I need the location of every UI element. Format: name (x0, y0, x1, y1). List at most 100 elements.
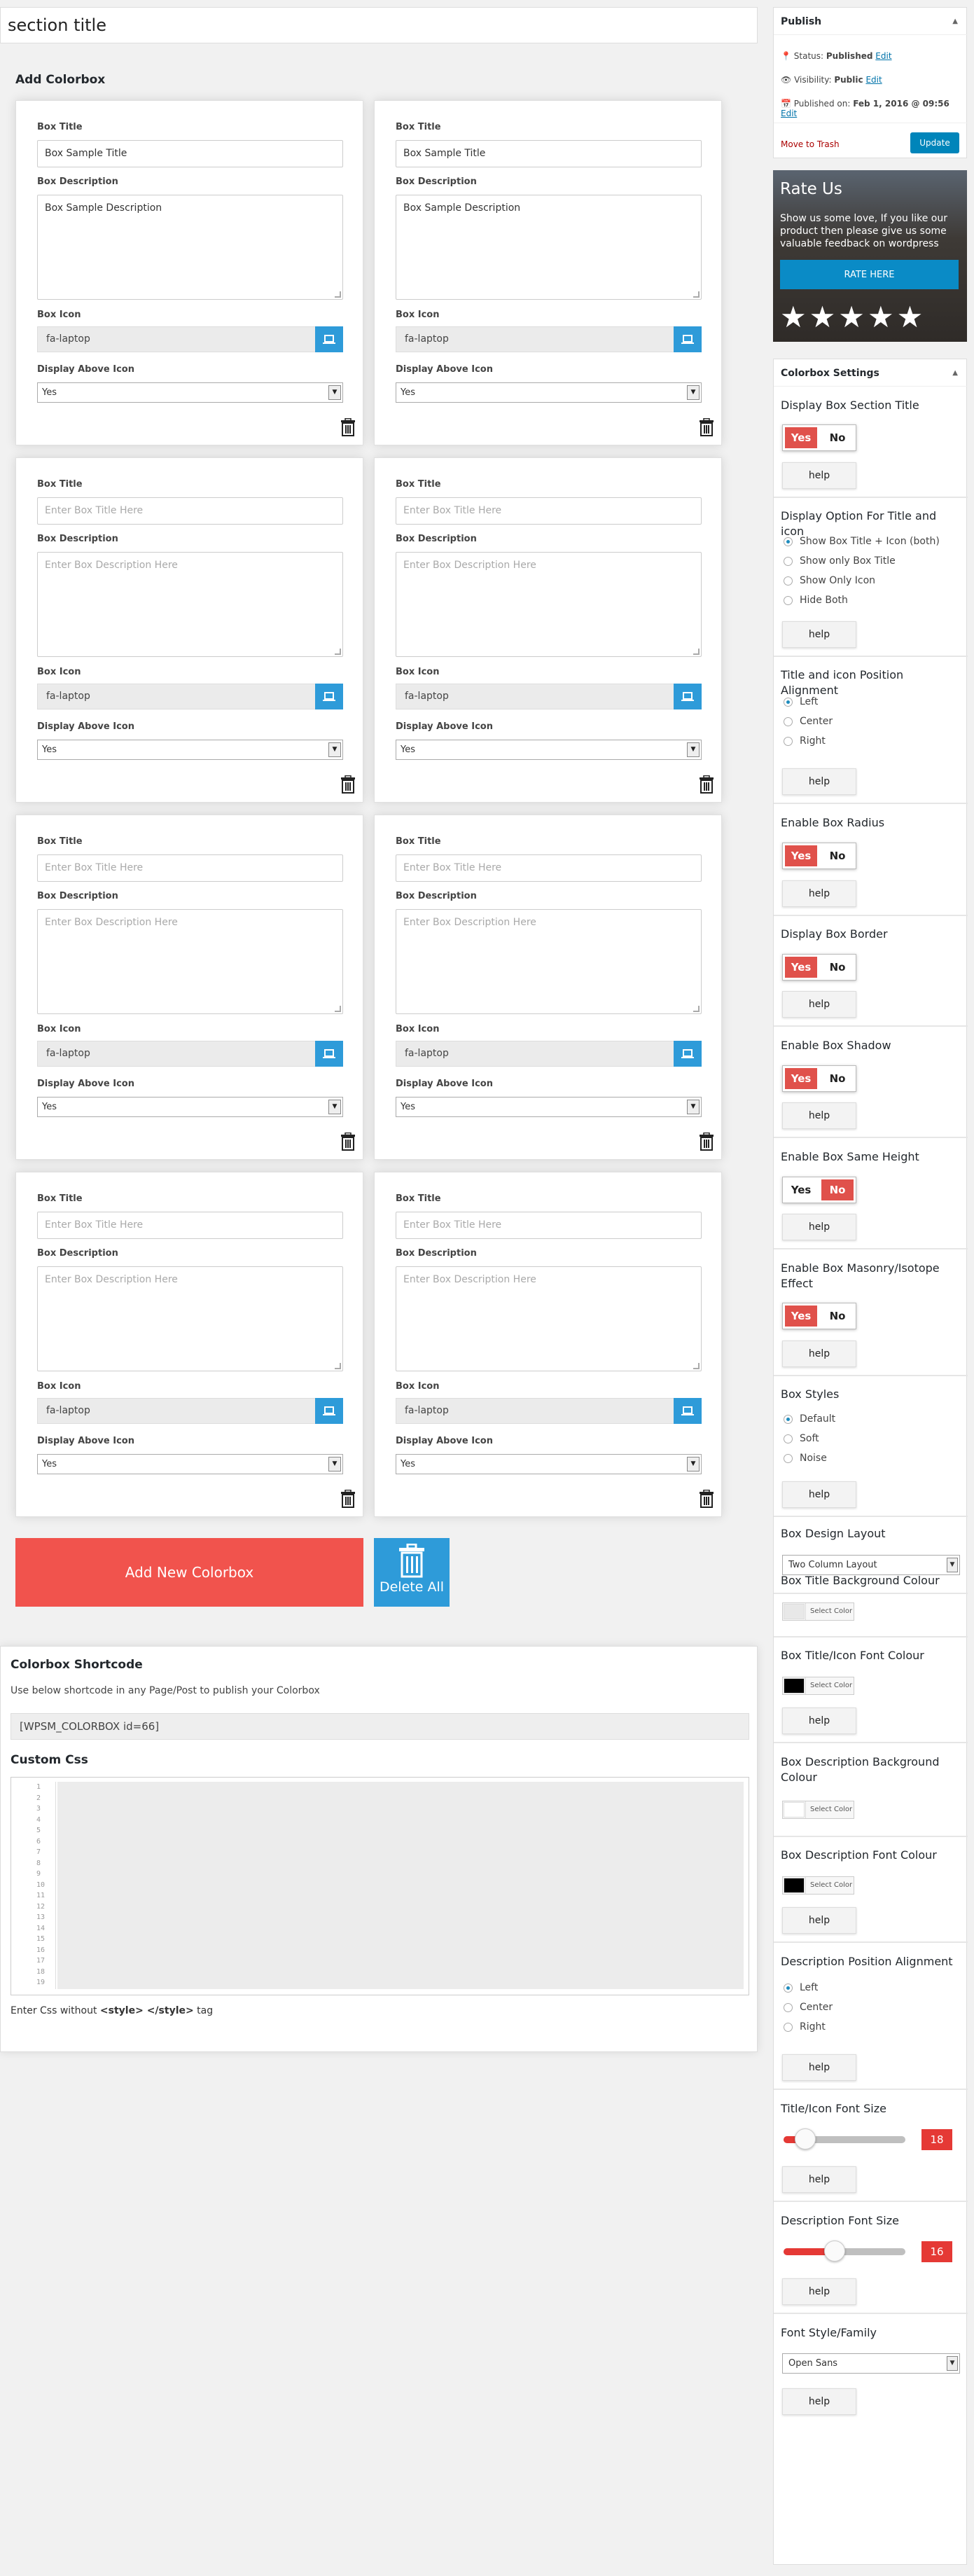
toggle-no[interactable]: No (821, 1306, 854, 1327)
display-option-radio[interactable]: Show Only Icon (784, 575, 875, 586)
radio-button[interactable] (784, 736, 793, 746)
trash-icon[interactable] (699, 1490, 714, 1508)
box-title-input[interactable]: Enter Box Title Here (396, 1212, 702, 1239)
toggle-no[interactable]: No (821, 957, 854, 978)
toggle-yes[interactable]: Yes (785, 1179, 817, 1200)
enable-radius-help-button[interactable]: help (782, 880, 856, 907)
box-description-textarea[interactable]: Enter Box Description Here (37, 1266, 343, 1371)
box-icon-field[interactable]: fa-laptop (396, 326, 702, 352)
masonry-toggle[interactable]: Yes No (782, 1303, 856, 1329)
toggle-no[interactable]: No (821, 427, 854, 448)
trash-icon[interactable] (340, 775, 356, 794)
toggle-no[interactable]: No (821, 845, 854, 866)
title-font-size-help-button[interactable]: help (782, 2166, 856, 2193)
radio-button[interactable] (784, 2002, 793, 2012)
font-family-help-button[interactable]: help (782, 2388, 856, 2415)
font-family-select[interactable]: Open Sans ▼ (782, 2353, 960, 2374)
desc-font-colour-color-picker[interactable]: Select Color (782, 1876, 854, 1895)
position-alignment-radio[interactable]: Left (784, 696, 818, 707)
star-rating[interactable]: ★★★★★ (780, 303, 926, 332)
toggle-no[interactable]: No (821, 1068, 854, 1089)
toggle-yes[interactable]: Yes (785, 1306, 817, 1327)
add-new-colorbox-button[interactable]: Add New Colorbox (15, 1538, 363, 1607)
display-option-radio[interactable]: Hide Both (784, 595, 848, 606)
box-description-textarea[interactable]: Enter Box Description Here (37, 552, 343, 657)
title-font-size-slider[interactable] (784, 2128, 905, 2149)
position-alignment-radio[interactable]: Right (784, 735, 826, 747)
box-title-input[interactable]: Enter Box Title Here (396, 497, 702, 525)
display-above-icon-select[interactable]: Yes ▼ (37, 1097, 343, 1117)
desc-alignment-radio[interactable]: Center (784, 2002, 833, 2013)
box-icon-field[interactable]: fa-laptop (396, 684, 702, 709)
title-bg-color-picker[interactable]: Select Color (782, 1602, 854, 1621)
toggle-yes[interactable]: Yes (785, 1068, 817, 1089)
box-icon-field[interactable]: fa-laptop (37, 1041, 343, 1067)
slider-handle[interactable] (795, 2128, 816, 2149)
enable-shadow-toggle[interactable]: Yes No (782, 1065, 856, 1092)
trash-icon[interactable] (699, 775, 714, 794)
icon-picker-button[interactable] (315, 1398, 343, 1424)
same-height-help-button[interactable]: help (782, 1214, 856, 1240)
display-option-radio[interactable]: Show only Box Title (784, 555, 896, 567)
display-above-icon-select[interactable]: Yes ▼ (396, 382, 702, 403)
trash-icon[interactable] (340, 1133, 356, 1151)
enable-radius-toggle[interactable]: Yes No (782, 843, 856, 869)
toggle-yes[interactable]: Yes (785, 845, 817, 866)
box-icon-field[interactable]: fa-laptop (396, 1041, 702, 1067)
box-styles-radio[interactable]: Soft (784, 1433, 819, 1444)
box-description-textarea[interactable]: Box Sample Description (37, 195, 343, 300)
display-option-help-button[interactable]: help (782, 621, 856, 648)
position-alignment-help-button[interactable]: help (782, 768, 856, 795)
box-description-textarea[interactable]: Enter Box Description Here (37, 909, 343, 1014)
icon-picker-button[interactable] (674, 1041, 702, 1067)
box-icon-field[interactable]: fa-laptop (37, 326, 343, 352)
box-styles-radio[interactable]: Default (784, 1413, 835, 1425)
icon-picker-button[interactable] (315, 1041, 343, 1067)
title-font-colour-color-picker[interactable]: Select Color (782, 1677, 854, 1695)
toggle-no[interactable]: No (821, 1179, 854, 1200)
position-alignment-radio[interactable]: Center (784, 716, 833, 727)
radio-button[interactable] (784, 2022, 793, 2032)
display-above-icon-select[interactable]: Yes ▼ (37, 382, 343, 403)
radio-button[interactable] (784, 576, 793, 586)
trash-icon[interactable] (699, 418, 714, 436)
trash-icon[interactable] (699, 1133, 714, 1151)
toggle-yes[interactable]: Yes (785, 957, 817, 978)
display-above-icon-select[interactable]: Yes ▼ (396, 740, 702, 760)
box-title-input[interactable]: Enter Box Title Here (396, 854, 702, 882)
design-layout-select[interactable]: Two Column Layout ▼ (782, 1555, 960, 1575)
toggle-yes[interactable]: Yes (785, 427, 817, 448)
desc-font-colour-help-button[interactable]: help (782, 1907, 856, 1934)
desc-font-size-slider[interactable] (784, 2241, 905, 2262)
desc-alignment-radio[interactable]: Left (784, 1982, 818, 1993)
icon-picker-button[interactable] (674, 684, 702, 709)
move-to-trash-link[interactable]: Move to Trash (781, 139, 840, 149)
enable-shadow-help-button[interactable]: help (782, 1102, 856, 1129)
radio-button[interactable] (784, 1414, 793, 1424)
shortcode-field[interactable]: [WPSM_COLORBOX id=66] (11, 1713, 749, 1740)
icon-picker-button[interactable] (315, 684, 343, 709)
desc-font-size-help-button[interactable]: help (782, 2278, 856, 2305)
box-title-input[interactable]: Enter Box Title Here (37, 497, 343, 525)
desc-alignment-radio[interactable]: Right (784, 2021, 826, 2033)
box-title-input[interactable]: Enter Box Title Here (37, 854, 343, 882)
same-height-toggle[interactable]: Yes No (782, 1177, 856, 1203)
display-section-title-help-button[interactable]: help (782, 462, 856, 489)
collapse-icon[interactable]: ▲ (952, 18, 958, 25)
custom-css-editor[interactable]: 1 2 3 4 5 6 7 8 9 10 11 12 13 14 15 16 17 18 19 (11, 1777, 749, 1995)
radio-button[interactable] (784, 536, 793, 546)
display-above-icon-select[interactable]: Yes ▼ (37, 740, 343, 760)
box-title-input[interactable]: Enter Box Title Here (37, 1212, 343, 1239)
icon-picker-button[interactable] (674, 1398, 702, 1424)
display-border-help-button[interactable]: help (782, 991, 856, 1018)
box-title-input[interactable]: Box Sample Title (396, 140, 702, 167)
trash-icon[interactable] (340, 418, 356, 436)
radio-button[interactable] (784, 697, 793, 707)
display-option-radio[interactable]: Show Box Title + Icon (both) (784, 536, 940, 547)
desc-alignment-help-button[interactable]: help (782, 2054, 856, 2081)
box-description-textarea[interactable]: Box Sample Description (396, 195, 702, 300)
display-above-icon-select[interactable]: Yes ▼ (37, 1454, 343, 1474)
radio-button[interactable] (784, 1983, 793, 1993)
display-above-icon-select[interactable]: Yes ▼ (396, 1097, 702, 1117)
box-title-input[interactable]: Box Sample Title (37, 140, 343, 167)
